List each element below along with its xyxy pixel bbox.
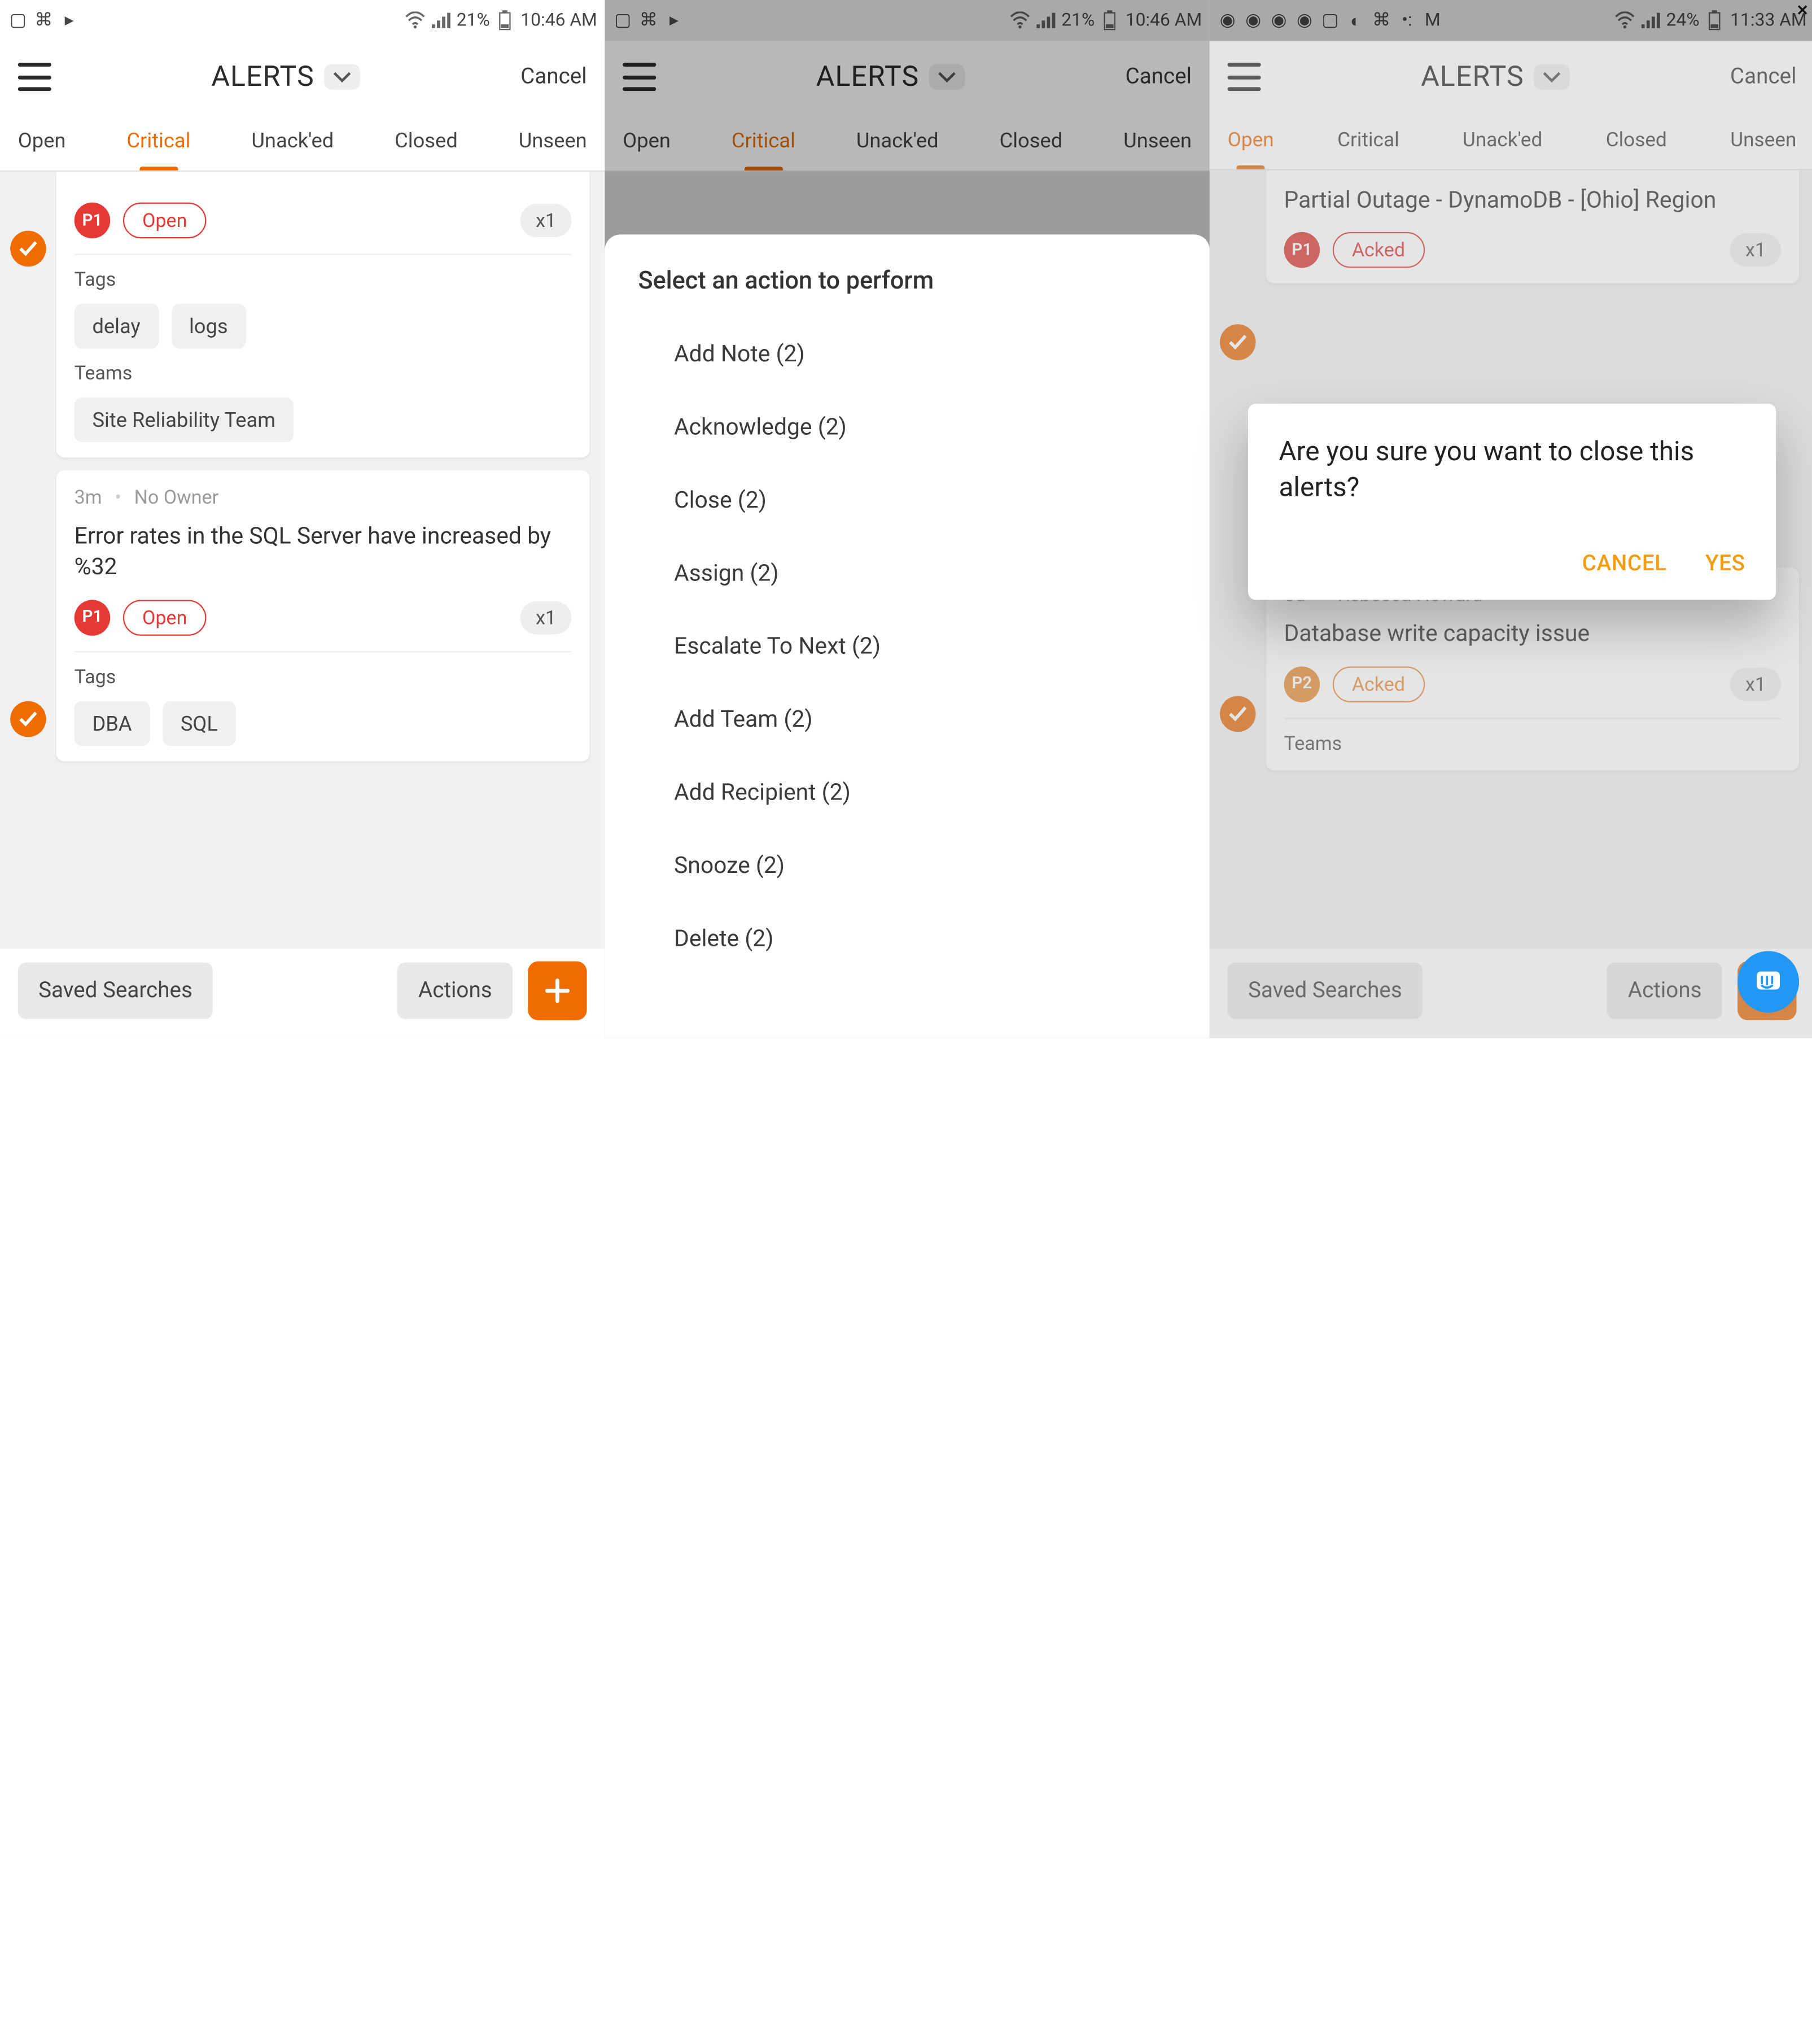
more-icon: •: [1397,10,1417,30]
status-time: 10:46 AM [520,10,597,30]
alert-age: 3m [75,486,102,509]
add-fab-button[interactable] [528,962,587,1020]
action-escalate[interactable]: Escalate To Next (2) [638,610,1176,683]
image-icon: ▢ [1320,10,1340,30]
cancel-button[interactable]: Cancel [520,64,587,90]
alert-card[interactable]: 3m • No Owner Error rates in the SQL Ser… [56,470,589,761]
alert-card[interactable]: P1 Open x1 Tags delay logs Teams Site Re… [56,172,589,457]
signal-icon [431,10,451,30]
mail-icon: M [1423,10,1443,30]
action-snooze[interactable]: Snooze (2) [638,829,1176,902]
chevron-down-icon[interactable] [325,64,361,90]
hamburger-icon[interactable] [18,63,51,91]
tag-chip[interactable]: SQL [163,701,236,745]
dialog-cancel-button[interactable]: CANCEL [1582,551,1667,576]
tab-unacked[interactable]: Unack'ed [251,113,334,171]
battery-percent: 21% [457,10,490,30]
priority-badge: P1 [75,203,111,239]
status-pill: Open [123,203,207,239]
status-pill: Open [123,599,207,635]
alert-list[interactable]: P1 Open x1 Tags delay logs Teams Site Re… [0,172,605,1038]
action-acknowledge[interactable]: Acknowledge (2) [638,391,1176,464]
teams-label: Teams [75,361,572,385]
priority-badge: P1 [75,599,111,635]
close-icon[interactable]: ✕ [1796,2,1809,19]
count-badge: x1 [520,204,572,237]
status-bar: ◉ ◉ ◉ ◉ ▢ ◐ ⌘ •: M 24% 11:33 AM [1210,0,1812,41]
action-add-recipient[interactable]: Add Recipient (2) [638,756,1176,829]
signal-icon [1640,10,1661,30]
screen-alert-list: ▢ ⌘ ▸ 21% 10:46 AM ALERTS Cancel [0,0,605,1038]
image-icon: ▢ [612,10,633,30]
battery-percent: 24% [1666,10,1700,30]
dialog-message: Are you sure you want to close this aler… [1279,435,1745,508]
battery-icon [495,10,515,30]
action-delete[interactable]: Delete (2) [638,902,1176,975]
wifi-icon [405,10,426,30]
status-bar: ▢ ⌘ ▸ 21% 10:46 AM [605,0,1209,41]
sheet-title: Select an action to perform [638,265,1176,295]
selection-check-icon[interactable] [10,231,46,267]
voicemail-icon: ⌘ [1371,10,1391,30]
action-add-team[interactable]: Add Team (2) [638,683,1176,756]
clock-icon: ◐ [1346,10,1366,30]
tab-closed[interactable]: Closed [395,113,458,171]
tag-chip[interactable]: logs [171,304,246,348]
signal-icon [1036,10,1056,30]
wifi-icon [1615,10,1635,30]
status-bar: ▢ ⌘ ▸ 21% 10:46 AM [0,0,605,41]
tag-chip[interactable]: DBA [75,701,150,745]
filter-tabs: Open Critical Unack'ed Closed Unseen [0,113,605,172]
alert-title: Error rates in the SQL Server have incre… [75,522,572,584]
tags-label: Tags [75,268,572,291]
intercom-chat-button[interactable] [1737,951,1799,1012]
battery-percent: 21% [1061,10,1095,30]
tab-critical[interactable]: Critical [126,113,190,171]
app-icon: ▸ [664,10,684,30]
app-header: ALERTS Cancel [0,41,605,113]
confirm-dialog: Are you sure you want to close this aler… [1248,404,1776,600]
count-badge: x1 [520,601,572,634]
page-title[interactable]: ALERTS [211,61,360,93]
notif-icon: ◉ [1294,10,1315,30]
wifi-icon [1010,10,1030,30]
status-time: 10:46 AM [1126,10,1202,30]
screen-action-sheet: ▢ ⌘ ▸ 21% 10:46 AM ALERTS Cancel Open Cr… [605,0,1209,1038]
battery-icon [1705,10,1725,30]
voicemail-icon: ⌘ [638,10,658,30]
action-add-note[interactable]: Add Note (2) [638,318,1176,391]
team-chip[interactable]: Site Reliability Team [75,398,294,442]
action-close[interactable]: Close (2) [638,464,1176,537]
app-icon: ▸ [59,10,79,30]
status-time: 11:33 AM [1730,10,1807,30]
tags-label: Tags [75,665,572,688]
alert-owner: No Owner [134,486,219,509]
selection-check-icon[interactable] [10,701,46,737]
bottom-toolbar: Saved Searches Actions [0,949,605,1038]
image-icon: ▢ [8,10,28,30]
saved-searches-button[interactable]: Saved Searches [18,963,213,1019]
tab-unseen[interactable]: Unseen [519,113,587,171]
actions-button[interactable]: Actions [398,963,513,1019]
tag-chip[interactable]: delay [75,304,159,348]
voicemail-icon: ⌘ [33,10,54,30]
notif-icon: ◉ [1243,10,1263,30]
screen-confirm-dialog: ◉ ◉ ◉ ◉ ▢ ◐ ⌘ •: M 24% 11:33 AM ALERTS C… [1210,0,1812,1038]
action-assign[interactable]: Assign (2) [638,537,1176,610]
notif-icon: ◉ [1268,10,1289,30]
notif-icon: ◉ [1218,10,1238,30]
action-sheet: Select an action to perform Add Note (2)… [605,234,1209,1038]
battery-icon [1100,10,1120,30]
tab-open[interactable]: Open [18,113,66,171]
separator-dot: • [115,486,121,509]
dialog-yes-button[interactable]: YES [1705,551,1745,576]
